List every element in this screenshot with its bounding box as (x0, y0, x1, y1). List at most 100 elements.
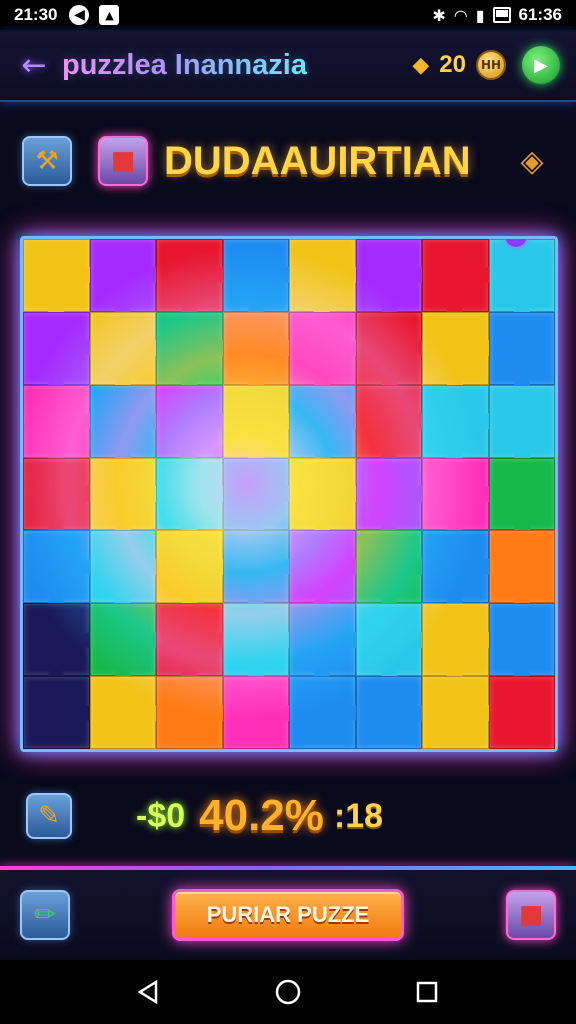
ticket-icon[interactable]: ◈ (510, 139, 554, 183)
puzzle-piece[interactable] (355, 311, 422, 385)
puzzle-piece[interactable] (289, 603, 356, 677)
puzzle-piece[interactable] (89, 384, 156, 458)
puzzle-piece[interactable] (355, 239, 422, 312)
puzzle-piece[interactable] (355, 530, 422, 604)
puzzle-piece[interactable] (355, 384, 422, 458)
puzzle-piece[interactable] (488, 530, 555, 604)
puzzle-piece[interactable] (156, 384, 223, 458)
puzzle-piece[interactable] (355, 457, 422, 531)
puzzle-grid[interactable] (23, 239, 555, 749)
hammer-icon[interactable]: ⚒ (22, 136, 72, 186)
puzzle-piece[interactable] (422, 384, 489, 458)
key-icon: ◆ (412, 52, 430, 78)
puzzle-piece[interactable] (89, 457, 156, 531)
back-arrow-icon[interactable]: ← (16, 47, 52, 83)
recents-nav-icon[interactable] (407, 972, 447, 1012)
gift-icon[interactable]: ■ (506, 890, 556, 940)
completion-percent: 40.2% (199, 791, 324, 840)
vibrate-icon: ✱ (432, 5, 446, 25)
puzzle-piece[interactable] (289, 239, 356, 312)
puzzle-board[interactable] (20, 236, 558, 752)
back-nav-icon[interactable] (129, 972, 169, 1012)
puzzle-piece[interactable] (23, 384, 90, 458)
puzzle-piece[interactable] (23, 239, 90, 312)
puzzle-piece[interactable] (355, 676, 422, 749)
puzzle-piece[interactable] (488, 384, 555, 458)
app-title: puzzlea Inannazia (62, 48, 307, 81)
puzzle-piece[interactable] (422, 239, 489, 312)
action-bar: ✏ PURIAR PUZZE ■ (0, 870, 576, 960)
puzzle-piece[interactable] (422, 457, 489, 531)
puzzle-piece[interactable] (488, 457, 555, 531)
puzzle-piece[interactable] (23, 530, 90, 604)
puzzle-name: DUDAAUIRTIAN (164, 138, 471, 183)
puzzle-piece[interactable] (23, 457, 90, 531)
home-nav-icon[interactable] (268, 972, 308, 1012)
puzzle-piece[interactable] (156, 530, 223, 604)
puzzle-piece[interactable] (156, 239, 223, 312)
status-time: 21:30 (14, 5, 58, 24)
puzzle-piece[interactable] (289, 384, 356, 458)
battery-icon (492, 7, 511, 23)
puzzle-piece[interactable] (23, 603, 90, 677)
puzzle-piece[interactable] (488, 239, 555, 312)
puzzle-piece[interactable] (222, 384, 289, 458)
score-delta: -$0 (136, 796, 186, 835)
puzzle-piece[interactable] (156, 457, 223, 531)
wifi-icon: ◠ (453, 5, 468, 25)
puzzle-piece[interactable] (422, 311, 489, 385)
puzzle-piece[interactable] (89, 530, 156, 604)
hint-glyph: ✎ (38, 801, 60, 831)
edit-glyph: ✏ (34, 900, 56, 930)
play-icon[interactable]: ▶ (522, 46, 560, 84)
puzzle-piece[interactable] (89, 603, 156, 677)
puzzle-piece[interactable] (23, 676, 90, 749)
hint-icon[interactable]: ✎ (26, 793, 72, 839)
puzzle-piece[interactable] (156, 311, 223, 385)
puzzle-piece[interactable] (289, 530, 356, 604)
notification-circle-icon: ◀ (69, 5, 90, 25)
puzzle-piece[interactable] (289, 676, 356, 749)
puzzle-piece[interactable] (156, 603, 223, 677)
puzzle-piece[interactable] (488, 676, 555, 749)
puzzle-piece[interactable] (222, 311, 289, 385)
puzzle-piece[interactable] (422, 530, 489, 604)
puzzle-piece[interactable] (23, 311, 90, 385)
coin-count: 20 (439, 51, 466, 78)
puzzle-piece[interactable] (289, 311, 356, 385)
puzzle-piece[interactable] (355, 603, 422, 677)
puzzle-piece[interactable] (222, 239, 289, 312)
puzzle-piece[interactable] (89, 311, 156, 385)
puzzle-piece[interactable] (422, 603, 489, 677)
notification-square-icon: ▲ (99, 5, 120, 25)
puzzle-piece[interactable] (156, 676, 223, 749)
puzzle-title-row: ⚒ ■ DUDAAUIRTIAN ◈ (0, 128, 576, 194)
system-nav-bar (0, 960, 576, 1024)
puzzle-piece[interactable] (222, 530, 289, 604)
puzzle-piece[interactable] (488, 311, 555, 385)
puzzle-piece[interactable] (222, 676, 289, 749)
signal-icon: ▮ (475, 5, 485, 25)
gift-glyph: ■ (518, 900, 544, 930)
puzzle-piece[interactable] (222, 603, 289, 677)
paint-icon[interactable]: ■ (98, 136, 148, 186)
status-right-icons: ✱ ◠ ▮ 61:36 (432, 5, 562, 25)
coin-icon[interactable]: HH (476, 50, 506, 80)
header-right: ◆ 20 HH ▶ (412, 46, 560, 84)
status-bar: 21:30 ◀ ▲ ✱ ◠ ▮ 61:36 (0, 0, 576, 30)
puzzle-piece[interactable] (289, 457, 356, 531)
puzzle-piece[interactable] (422, 676, 489, 749)
puzzle-piece[interactable] (89, 239, 156, 312)
puzzle-piece[interactable] (222, 457, 289, 531)
edit-icon[interactable]: ✏ (20, 890, 70, 940)
main-action-button[interactable]: PURIAR PUZZE (172, 889, 404, 941)
paint-glyph: ■ (110, 146, 136, 176)
app-header: ← puzzlea Inannazia ◆ 20 HH ▶ (0, 30, 576, 102)
score-row: ✎ -$0 40.2% :18 (0, 786, 576, 846)
puzzle-piece[interactable] (488, 603, 555, 677)
puzzle-piece[interactable] (89, 676, 156, 749)
status-clock: 61:36 (518, 5, 562, 24)
status-left-icons: ◀ ▲ (69, 5, 120, 25)
timer: :18 (333, 796, 384, 835)
hammer-glyph: ⚒ (35, 146, 59, 176)
